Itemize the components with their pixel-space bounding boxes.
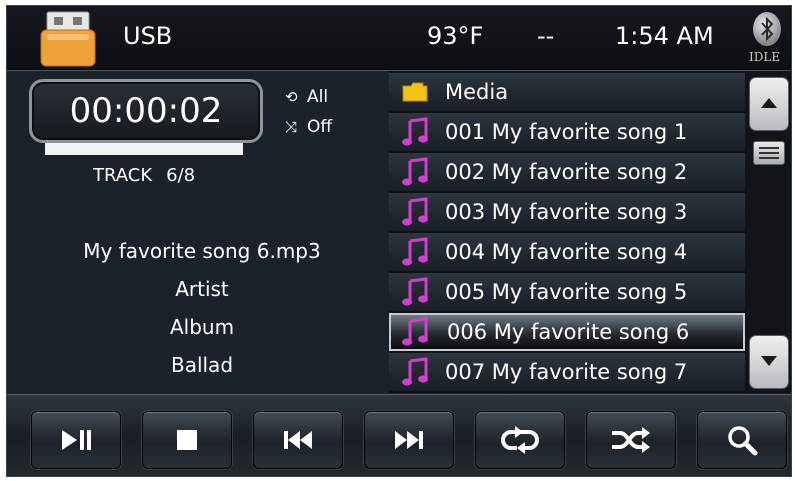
- arrow-down-icon: [761, 356, 777, 366]
- repeat-icon: [501, 426, 539, 454]
- source-label: USB: [123, 22, 173, 50]
- now-playing-panel: 00:00:02 TRACK 6/8 ⟲ All ⤨ Off My favorite …: [7, 71, 387, 393]
- music-note-icon: [402, 357, 428, 386]
- previous-track-button[interactable]: [253, 411, 343, 469]
- scroll-thumb[interactable]: [753, 141, 785, 165]
- track-indicator: TRACK 6/8: [93, 165, 209, 186]
- elapsed-time-display: 00:00:02: [29, 79, 263, 143]
- music-note-icon: [402, 157, 428, 186]
- clock: 1:54 AM: [615, 22, 714, 50]
- repeat-mode: ⟲ All: [285, 87, 328, 107]
- bluetooth-status[interactable]: IDLE: [749, 12, 789, 68]
- genre-name: Ballad: [170, 353, 234, 377]
- play-pause-button[interactable]: [31, 411, 121, 469]
- repeat-mode-value: All: [307, 87, 329, 107]
- music-note-icon: [402, 317, 428, 346]
- shuffle-mode: ⤨ Off: [285, 117, 332, 137]
- list-item-label: 003 My favorite song 3: [445, 200, 688, 224]
- head-unit-screen: USB 93°F -- 1:54 AM IDLE 00:00:02 TRACK 6…: [6, 5, 792, 477]
- scroll-down-button[interactable]: [749, 335, 789, 389]
- bluetooth-icon: [753, 12, 781, 46]
- list-item-label: Media: [445, 80, 509, 104]
- next-track-button[interactable]: [364, 411, 454, 469]
- list-item-label: 006 My favorite song 6: [447, 320, 690, 344]
- list-item-media-folder[interactable]: Media: [389, 73, 745, 113]
- bluetooth-status-label: IDLE: [749, 50, 781, 64]
- elapsed-time: 00:00:02: [69, 91, 223, 131]
- list-item[interactable]: 004 My favorite song 4: [389, 233, 745, 273]
- play-pause-icon: [62, 430, 91, 450]
- list-item[interactable]: 003 My favorite song 3: [389, 193, 745, 233]
- scroll-up-button[interactable]: [749, 77, 789, 131]
- file-name: My favorite song 6.mp3: [83, 239, 321, 263]
- music-note-icon: [402, 237, 428, 266]
- shuffle-small-icon: ⤨: [285, 118, 298, 136]
- music-note-icon: [402, 277, 428, 306]
- stop-button[interactable]: [142, 411, 232, 469]
- arrow-up-icon: [761, 98, 777, 108]
- list-item-selected[interactable]: 006 My favorite song 6: [389, 313, 745, 351]
- list-item-label: 004 My favorite song 4: [445, 240, 688, 264]
- shuffle-mode-value: Off: [307, 117, 333, 137]
- artist-name: Artist: [175, 277, 229, 301]
- next-track-icon: [395, 431, 423, 449]
- usb-drive-icon[interactable]: [37, 10, 99, 68]
- repeat-button[interactable]: [475, 411, 565, 469]
- stop-icon: [177, 430, 197, 450]
- list-item[interactable]: 002 My favorite song 2: [389, 153, 745, 193]
- temperature: 93°F: [427, 22, 484, 50]
- track-label: TRACK: [93, 165, 153, 186]
- music-note-icon: [402, 117, 428, 146]
- shuffle-button[interactable]: [586, 411, 676, 469]
- transport-controls: [7, 394, 791, 476]
- music-note-icon: [402, 197, 428, 226]
- list-item[interactable]: 001 My favorite song 1: [389, 113, 745, 153]
- status-bar: USB 93°F -- 1:54 AM IDLE: [7, 6, 791, 71]
- list-scrollbar: [745, 71, 791, 393]
- search-button[interactable]: [697, 411, 787, 469]
- list-item[interactable]: 005 My favorite song 5: [389, 273, 745, 313]
- list-item-label: 007 My favorite song 7: [445, 360, 688, 384]
- list-item-label: 001 My favorite song 1: [445, 120, 688, 144]
- track-number: 6/8: [166, 165, 196, 186]
- empty-indicator: --: [537, 22, 555, 50]
- list-item-label: 005 My favorite song 5: [445, 280, 688, 304]
- album-name: Album: [169, 315, 235, 339]
- list-item-label: 002 My favorite song 2: [445, 160, 688, 184]
- track-list: Media 001 My favorite song 1 002 My favo…: [389, 71, 745, 393]
- progress-bar[interactable]: [45, 143, 243, 155]
- folder-icon: [402, 82, 428, 102]
- repeat-small-icon: ⟲: [285, 88, 298, 106]
- shuffle-icon: [612, 427, 650, 453]
- list-item[interactable]: 007 My favorite song 7: [389, 353, 745, 393]
- search-icon: [728, 426, 758, 456]
- previous-track-icon: [284, 431, 312, 449]
